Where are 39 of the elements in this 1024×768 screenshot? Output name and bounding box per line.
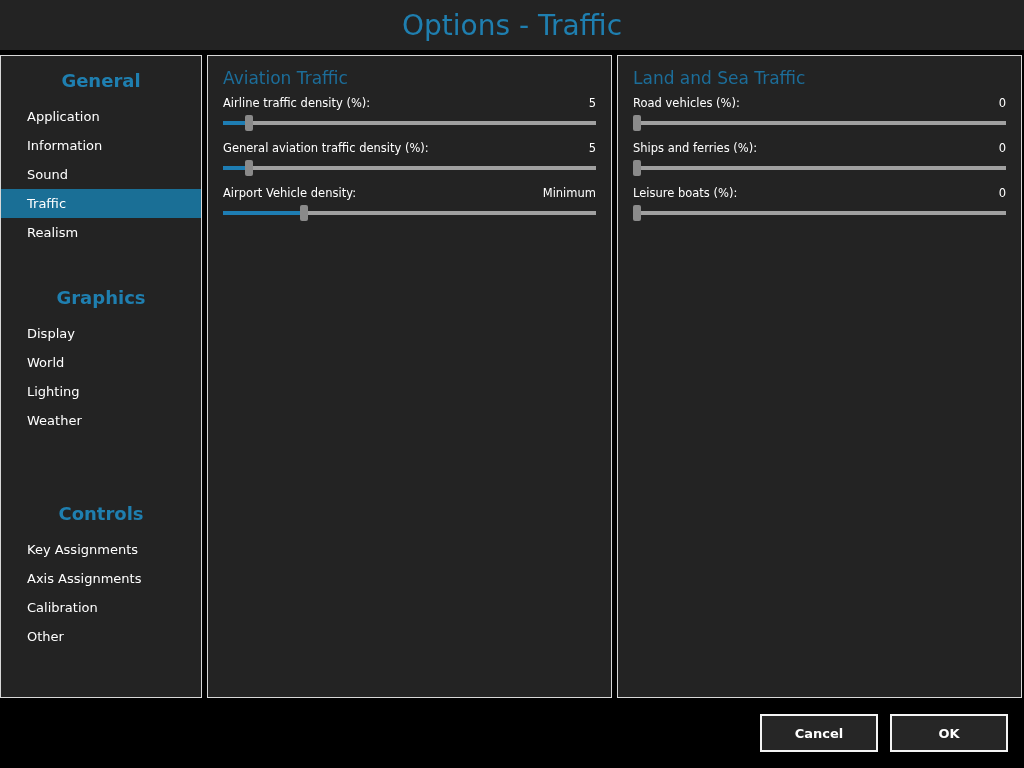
- sidebar-item[interactable]: Axis Assignments: [1, 564, 201, 593]
- sidebar-item[interactable]: Realism: [1, 218, 201, 247]
- sidebar-item[interactable]: Other: [1, 622, 201, 651]
- sidebar-item[interactable]: World: [1, 348, 201, 377]
- setting-value: Minimum: [542, 186, 596, 200]
- setting-value: 0: [998, 186, 1006, 200]
- sidebar-item[interactable]: Calibration: [1, 593, 201, 622]
- sidebar-heading: Graphics: [55, 287, 147, 308]
- sidebar-item[interactable]: Application: [1, 102, 201, 131]
- setting-label: Ships and ferries (%):: [633, 141, 758, 155]
- slider-thumb[interactable]: [244, 115, 253, 131]
- setting-value: 0: [998, 96, 1006, 110]
- panel-title: Land and Sea Traffic: [633, 68, 807, 88]
- sidebar-item[interactable]: Sound: [1, 160, 201, 189]
- sidebar-item[interactable]: Traffic: [1, 189, 201, 218]
- sidebar-heading: Controls: [57, 503, 145, 524]
- slider-thumb[interactable]: [299, 205, 308, 221]
- window-title: Options - Traffic: [401, 8, 623, 42]
- setting-label: Leisure boats (%):: [633, 186, 738, 200]
- slider-thumb[interactable]: [633, 115, 641, 131]
- setting-value: 5: [588, 96, 596, 110]
- sidebar-item[interactable]: Information: [1, 131, 201, 160]
- sidebar-item[interactable]: Weather: [1, 406, 201, 435]
- slider-thumb[interactable]: [633, 160, 641, 176]
- setting-label: General aviation traffic density (%):: [223, 141, 429, 155]
- panel-title: Aviation Traffic: [223, 68, 349, 88]
- slider-thumb[interactable]: [633, 205, 641, 221]
- setting-label: Airline traffic density (%):: [223, 96, 371, 110]
- sidebar-item[interactable]: Key Assignments: [1, 535, 201, 564]
- setting-label: Airport Vehicle density:: [223, 186, 356, 200]
- setting-value: 5: [588, 141, 596, 155]
- dialog-button[interactable]: Cancel: [760, 714, 878, 752]
- slider-thumb[interactable]: [244, 160, 253, 176]
- sidebar-heading: General: [60, 70, 142, 91]
- sidebar-item[interactable]: Lighting: [1, 377, 201, 406]
- sidebar-item[interactable]: Display: [1, 319, 201, 348]
- dialog-button[interactable]: OK: [890, 714, 1008, 752]
- setting-label: Road vehicles (%):: [633, 96, 740, 110]
- setting-value: 0: [998, 141, 1006, 155]
